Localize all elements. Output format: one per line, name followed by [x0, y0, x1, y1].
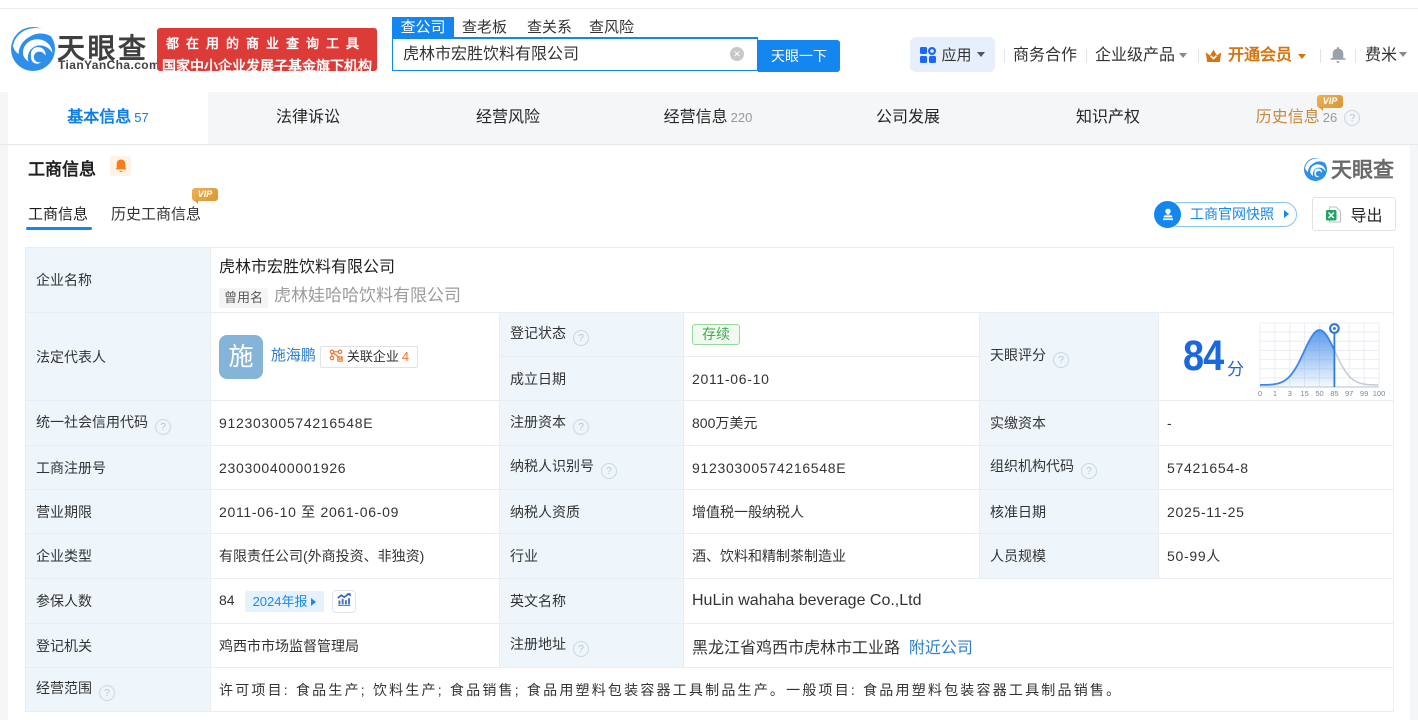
svg-text:99: 99 [1360, 389, 1368, 398]
svg-text:1: 1 [1273, 389, 1277, 398]
svg-text:3: 3 [1288, 389, 1292, 398]
svg-text:0: 0 [1258, 389, 1262, 398]
svg-text:企: 企 [338, 355, 343, 361]
svg-text:85: 85 [1330, 389, 1338, 398]
svg-text:15: 15 [1300, 389, 1308, 398]
svg-text:50: 50 [1315, 389, 1323, 398]
svg-text:97: 97 [1345, 389, 1353, 398]
svg-text:100: 100 [1373, 389, 1386, 398]
